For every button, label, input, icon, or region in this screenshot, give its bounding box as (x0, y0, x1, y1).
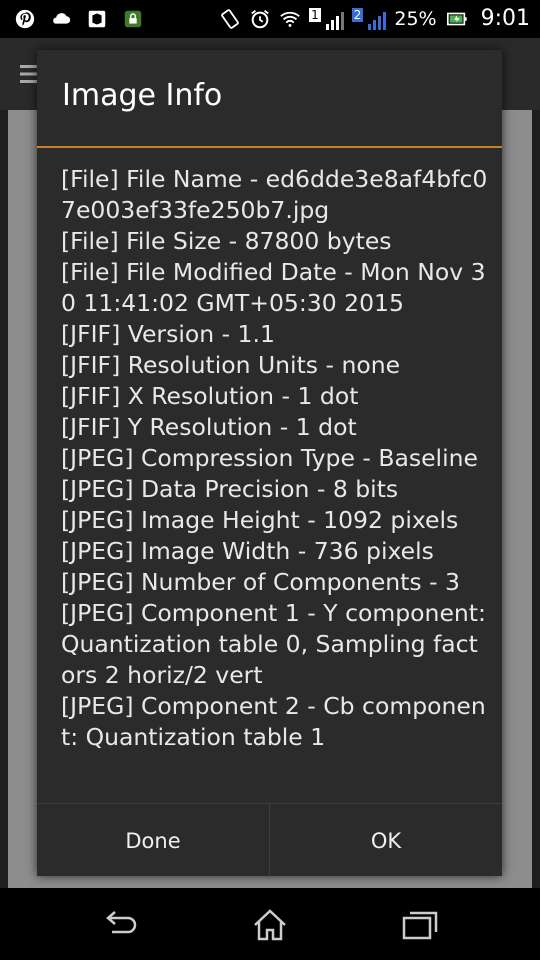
info-line: [JFIF] Resolution Units - none (61, 351, 401, 379)
info-line: [File] File Size - 87800 bytes (61, 227, 392, 255)
navigation-bar (0, 888, 540, 960)
info-list[interactable]: [File] File Name - ed6dde3e8af4bfc07e003… (61, 164, 491, 802)
info-line: [JPEG] Image Height - 1092 pixels (61, 506, 459, 534)
done-button[interactable]: Done (37, 804, 269, 877)
info-line: [JPEG] Number of Components - 3 (61, 568, 461, 596)
info-line: [JFIF] Y Resolution - 1 dot (61, 413, 357, 441)
status-bar: 1 2 25% 9:01 (0, 0, 540, 38)
vibrate-icon (221, 9, 239, 29)
info-line: [JPEG] Compression Type - Baseline (61, 444, 478, 472)
info-line: [JPEG] Image Width - 736 pixels (61, 537, 434, 565)
info-line: [File] File Name - ed6dde3e8af4bfc07e003… (61, 165, 488, 224)
info-line: [JPEG] Data Precision - 8 bits (61, 475, 399, 503)
title-divider (37, 146, 502, 148)
image-info-dialog: Image Info [File] File Name - ed6dde3e8a… (37, 50, 502, 877)
dialog-buttons: Done OK (37, 803, 502, 877)
home-icon[interactable] (250, 906, 290, 944)
alarm-icon (251, 10, 269, 29)
sim1-signal-icon: 1 (309, 8, 344, 30)
ok-button[interactable]: OK (269, 804, 502, 877)
info-line: [JFIF] X Resolution - 1 dot (61, 382, 359, 410)
back-icon[interactable] (100, 906, 140, 944)
sim2-label: 2 (351, 8, 364, 22)
sim1-label: 1 (309, 8, 321, 22)
info-line: [JFIF] Version - 1.1 (61, 320, 275, 348)
battery-percent: 25% (394, 8, 437, 30)
sim2-signal-icon: 2 (351, 8, 387, 30)
pinterest-icon (15, 9, 35, 29)
clock: 9:01 (480, 6, 530, 31)
cloud-icon (53, 13, 71, 24)
news-icon (88, 10, 106, 28)
info-line: [JPEG] Component 1 - Y component: Quanti… (61, 599, 486, 689)
wifi-icon (280, 11, 300, 27)
system-icons: 1 2 25% 9:01 (219, 6, 530, 32)
recents-icon[interactable] (400, 906, 440, 944)
lock-icon (124, 10, 142, 28)
dialog-title: Image Info (62, 78, 223, 113)
battery-charging-icon (446, 12, 467, 26)
notification-icons (14, 8, 144, 30)
info-line: [JPEG] Component 2 - Cb component: Quant… (61, 692, 486, 751)
info-line: [File] File Modified Date - Mon Nov 30 1… (61, 258, 486, 317)
